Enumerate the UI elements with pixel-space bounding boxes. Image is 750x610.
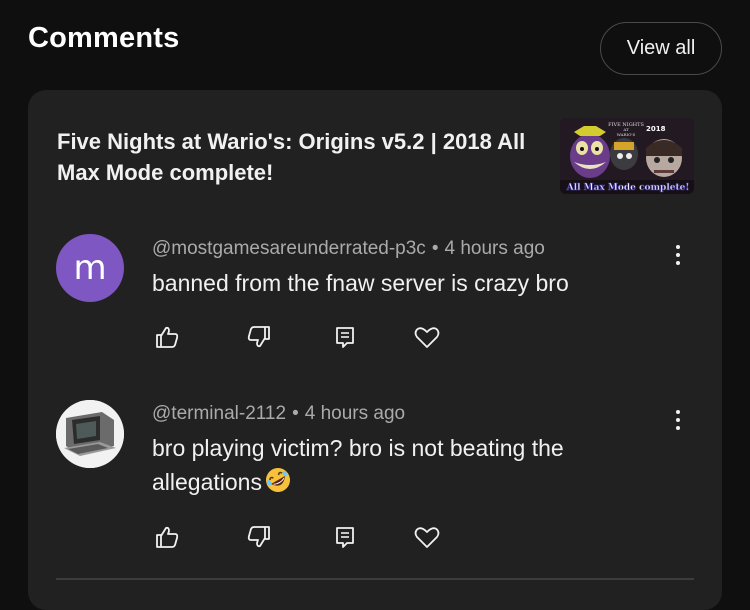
like-icon[interactable] (152, 322, 182, 352)
comment-text-content: bro playing victim? bro is not beating t… (152, 435, 564, 495)
thumbnail-year: 2018 (646, 125, 666, 133)
view-all-button[interactable]: View all (600, 22, 722, 75)
comment-text: bro playing victim? bro is not beating t… (152, 431, 632, 503)
comment-meta: @terminal-2112 • 4 hours ago (152, 403, 405, 425)
comment-actions (152, 522, 472, 556)
reply-icon[interactable] (330, 322, 360, 352)
more-options-icon[interactable] (668, 241, 688, 269)
dislike-icon[interactable] (244, 522, 274, 552)
reply-icon[interactable] (330, 522, 360, 552)
comments-title: Comments (28, 22, 180, 54)
svg-text:WARIO'S: WARIO'S (617, 132, 636, 137)
avatar[interactable] (56, 400, 124, 468)
comment-actions (152, 322, 472, 356)
dislike-icon[interactable] (244, 322, 274, 352)
meta-separator: • (292, 403, 299, 424)
computer-terminal-icon (56, 400, 124, 468)
heart-icon[interactable] (412, 522, 442, 552)
comment-meta: @mostgamesareunderrated-p3c • 4 hours ago (152, 238, 545, 260)
comment-time: 4 hours ago (444, 238, 545, 259)
avatar-letter: m (73, 248, 107, 288)
like-icon[interactable] (152, 522, 182, 552)
comments-header: Comments View all (0, 0, 750, 90)
comments-card[interactable]: Five Nights at Wario's: Origins v5.2 | 2… (28, 90, 722, 610)
meta-separator: • (431, 238, 439, 259)
heart-icon[interactable] (412, 322, 442, 352)
more-options-icon[interactable] (668, 406, 688, 434)
thumbnail-overlay-text: All Max Mode complete! (566, 183, 690, 193)
rolling-on-floor-laughing-icon (264, 466, 292, 503)
avatar[interactable]: m (56, 234, 124, 302)
video-title[interactable]: Five Nights at Wario's: Origins v5.2 | 2… (57, 126, 547, 188)
comment-author[interactable]: @terminal-2112 (152, 403, 286, 424)
video-thumbnail[interactable]: FIVE NIGHTS AT WARIO'S 2018 All Max Mode… (560, 118, 694, 194)
divider (56, 578, 694, 580)
comment-time: 4 hours ago (304, 403, 406, 424)
comment-author[interactable]: @mostgamesareunderrated-p3c (152, 238, 426, 259)
comment-text: banned from the fnaw server is crazy bro (152, 270, 569, 296)
